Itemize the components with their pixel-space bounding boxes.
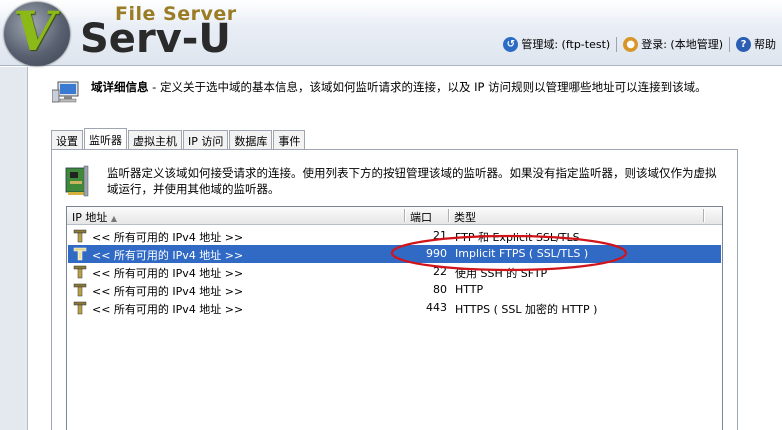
column-header-port[interactable]: 端口 (410, 209, 432, 225)
row-ip: << 所有可用的 IPv4 地址 >> (92, 249, 244, 262)
listeners-panel: 监听器定义该域如何接受请求的连接。使用列表下方的按钮管理该域的监听器。如果没有指… (51, 149, 738, 430)
tab-settings[interactable]: 设置 (51, 130, 83, 149)
row-type: 使用 SSH 的 SFTP (455, 267, 548, 280)
logo-title: Serv-U (80, 16, 231, 62)
listener-icon (73, 283, 87, 297)
domain-tabs: 设置 监听器 虚拟主机 IP 访问 数据库 事件 (51, 128, 306, 150)
row-port: 80 (433, 283, 447, 296)
row-port: 443 (426, 301, 447, 314)
table-row[interactable]: << 所有可用的 IPv4 地址 >> 21 FTP 和 Explicit SS… (68, 227, 721, 245)
table-row[interactable]: << 所有可用的 IPv4 地址 >> 22 使用 SSH 的 SFTP (68, 263, 721, 281)
tab-listeners[interactable]: 监听器 (84, 128, 127, 149)
domain-details-title: 域详细信息 (91, 80, 149, 94)
column-header-ip-label: IP 地址 (72, 211, 108, 224)
row-type: HTTP (455, 283, 484, 296)
back-arrow-icon: ↺ (503, 36, 519, 52)
row-ip: << 所有可用的 IPv4 地址 >> (92, 267, 244, 280)
network-card-icon (65, 165, 89, 197)
table-row[interactable]: << 所有可用的 IPv4 地址 >> 990 Implicit FTPS ( … (68, 245, 721, 263)
listener-icon (73, 265, 87, 279)
domain-details-description: 域详细信息 - 定义关于选中域的基本信息，该域如何监听请求的连接，以及 IP 访… (91, 79, 731, 95)
left-sidebar (0, 67, 28, 430)
listener-icon (73, 301, 87, 315)
app-header: V File Server Serv-U ↺ 管理域: (ftp-test) ●… (0, 0, 782, 66)
manage-domain-label: 管理域: (ftp-test) (521, 38, 611, 51)
column-divider[interactable] (703, 209, 705, 222)
serv-u-logo-letter: V (9, 0, 61, 63)
header-divider (729, 36, 730, 52)
column-header-ip[interactable]: IP 地址 ▲ (72, 209, 117, 225)
row-type: HTTPS ( SSL 加密的 HTTP ) (455, 303, 598, 316)
help-link[interactable]: ? 帮助 (736, 36, 776, 52)
listeners-description: 监听器定义该域如何接受请求的连接。使用列表下方的按钮管理该域的监听器。如果没有指… (107, 166, 717, 196)
column-header-type[interactable]: 类型 (454, 209, 476, 225)
row-type: FTP 和 Explicit SSL/TLS (455, 231, 580, 244)
sort-ascending-icon: ▲ (110, 214, 118, 223)
listener-icon (73, 247, 87, 261)
row-port: 22 (433, 265, 447, 278)
help-label: 帮助 (754, 38, 776, 51)
list-header: IP 地址 ▲ 端口 类型 (67, 207, 722, 225)
row-ip: << 所有可用的 IPv4 地址 >> (92, 303, 244, 316)
computer-network-icon (52, 81, 79, 103)
column-divider[interactable] (404, 209, 406, 222)
tab-ip-access[interactable]: IP 访问 (183, 130, 229, 149)
login-link[interactable]: ● 登录: (本地管理) (623, 36, 723, 52)
tab-virtual-hosts[interactable]: 虚拟主机 (128, 130, 182, 149)
header-divider (616, 36, 618, 52)
table-row[interactable]: << 所有可用的 IPv4 地址 >> 80 HTTP (68, 281, 721, 299)
header-links: ↺ 管理域: (ftp-test) ● 登录: (本地管理) ? 帮助 (503, 36, 776, 52)
tab-database[interactable]: 数据库 (229, 130, 273, 149)
row-port: 990 (426, 247, 447, 260)
row-port: 21 (433, 229, 447, 242)
row-ip: << 所有可用的 IPv4 地址 >> (92, 231, 244, 244)
manage-domain-link[interactable]: ↺ 管理域: (ftp-test) (503, 36, 610, 52)
domain-details-text: - 定义关于选中域的基本信息，该域如何监听请求的连接，以及 IP 访问规则以管理… (148, 80, 707, 94)
listener-icon (73, 229, 87, 243)
tab-events[interactable]: 事件 (273, 130, 306, 149)
login-label: 登录: (本地管理) (641, 38, 723, 51)
user-lock-icon: ● (623, 36, 639, 52)
row-ip: << 所有可用的 IPv4 地址 >> (92, 285, 244, 298)
help-icon: ? (736, 36, 751, 52)
table-row[interactable]: << 所有可用的 IPv4 地址 >> 443 HTTPS ( SSL 加密的 … (68, 299, 721, 317)
column-divider[interactable] (448, 209, 450, 222)
listeners-list[interactable]: IP 地址 ▲ 端口 类型 << 所有可用的 IPv4 地址 >> 21 FTP… (66, 206, 723, 430)
row-type: Implicit FTPS ( SSL/TLS ) (455, 247, 589, 260)
